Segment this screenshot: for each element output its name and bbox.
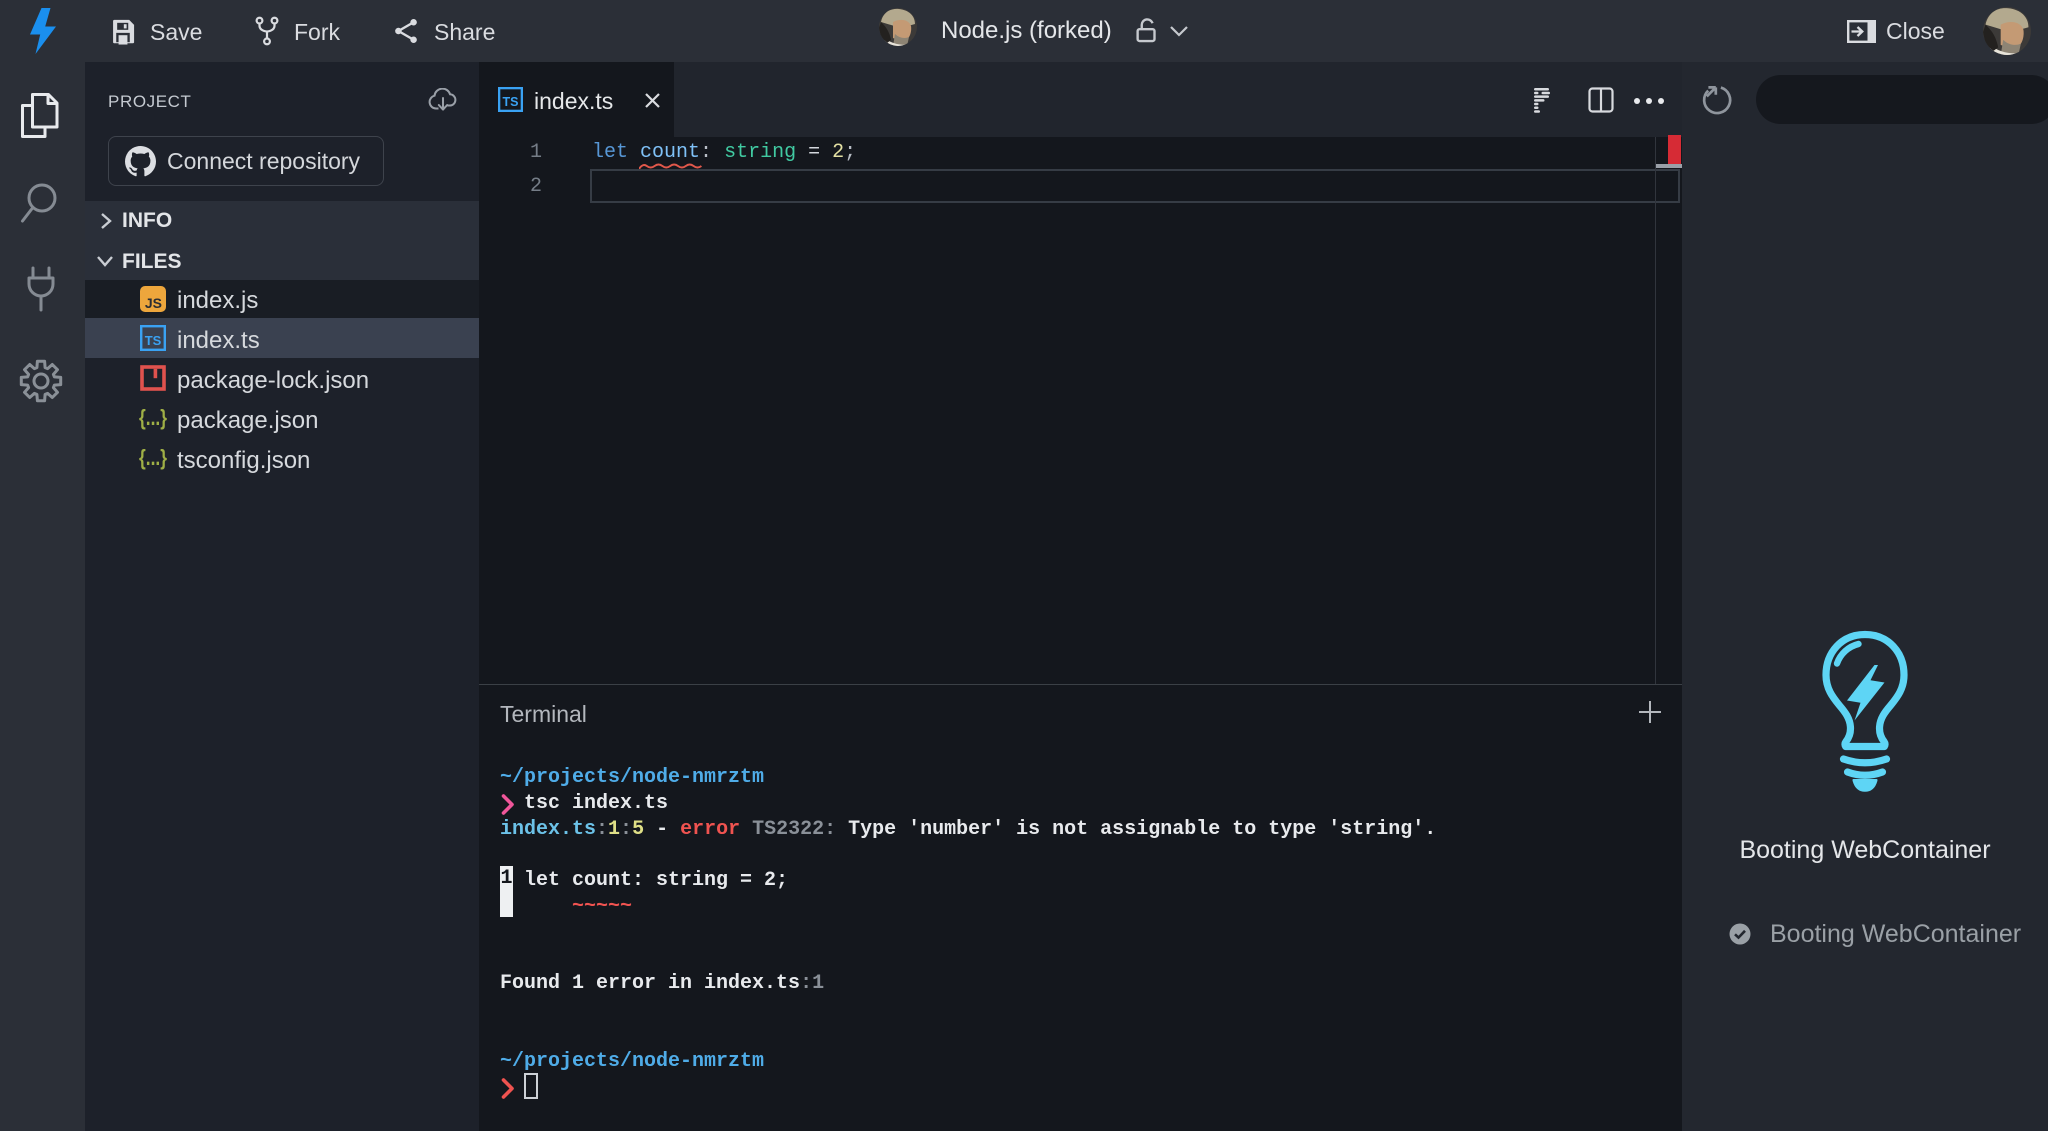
svg-text:TS: TS — [145, 333, 162, 348]
svg-text:TS: TS — [503, 95, 519, 109]
svg-text:{...}: {...} — [139, 405, 167, 430]
svg-text:JS: JS — [145, 295, 162, 311]
svg-text:{...}: {...} — [139, 445, 167, 470]
